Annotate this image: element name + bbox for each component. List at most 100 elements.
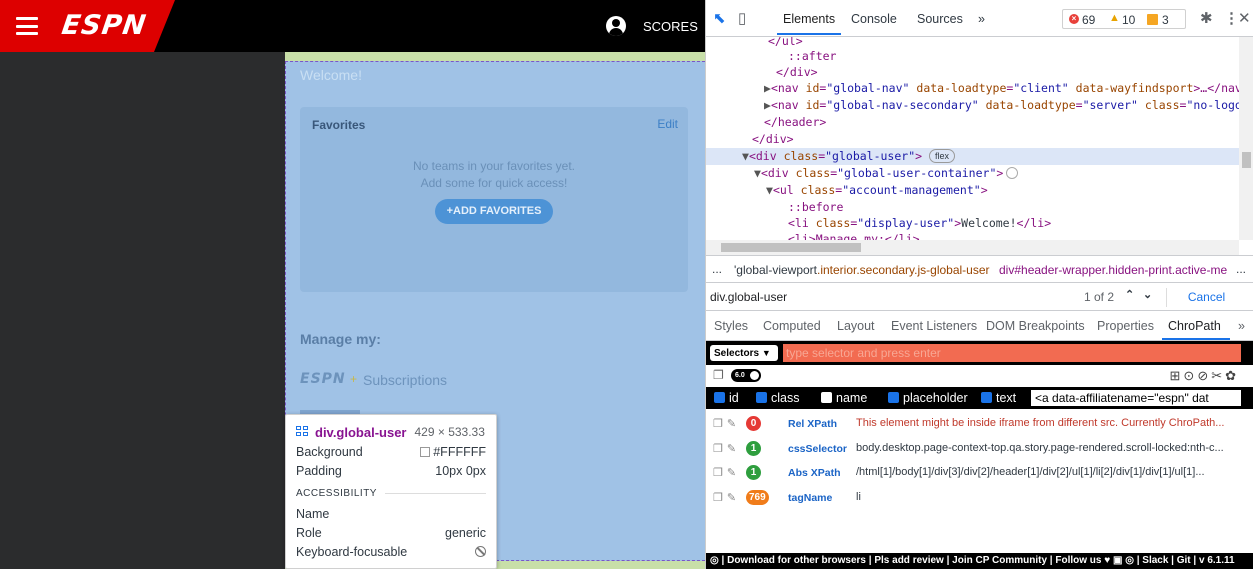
dom-node[interactable]: ::before (788, 199, 843, 216)
tooltip-row-keyboard-focusable: Keyboard-focusable (296, 542, 486, 561)
search-next-icon[interactable]: ⌄ (1143, 288, 1152, 301)
result-value[interactable]: li (856, 491, 1236, 503)
settings-gear-icon[interactable]: ✱ (1200, 9, 1213, 27)
user-account-icon[interactable] (606, 16, 626, 36)
checkbox-name[interactable] (821, 392, 832, 403)
dom-attr: "no-logo glo (1186, 98, 1239, 112)
scrollbar-thumb[interactable] (1242, 152, 1251, 168)
dom-node[interactable]: </div> (752, 131, 794, 148)
dom-text: </ul> (768, 37, 803, 48)
badge-circle[interactable] (1006, 167, 1019, 179)
kebab-menu-icon[interactable]: ⋮ (1224, 9, 1239, 27)
checkbox-id-label: id (729, 391, 739, 405)
dom-search-input[interactable]: div.global-user (710, 288, 986, 306)
dom-node[interactable]: ▶<nav id="global-nav-secondary" data-loa… (764, 97, 1239, 114)
breadcrumb-item-header-wrapper[interactable]: div#header-wrapper.hidden-print.active-m… (999, 263, 1227, 277)
dom-node[interactable]: ▼<ul class="account-management"> (766, 182, 988, 199)
selectors-dropdown[interactable]: Selectors ▼ (710, 345, 778, 361)
checkbox-class-label: class (771, 391, 800, 405)
tab-sources[interactable]: Sources (917, 12, 963, 26)
search-prev-icon[interactable]: ⌃ (1125, 288, 1134, 301)
scrollbar-thumb[interactable] (721, 243, 861, 252)
close-icon[interactable]: ✕ (1238, 9, 1251, 27)
result-value[interactable]: This element might be inside iframe from… (856, 417, 1236, 429)
tooltip-selector: div.global-user (315, 424, 407, 440)
tooltip-row-background: Background #FFFFFF (296, 442, 486, 461)
tooltip-label: Role (296, 525, 322, 540)
dom-attr: "display-user" (857, 216, 955, 230)
selector-input[interactable]: type selector and press enter (783, 344, 1241, 362)
dom-vertical-scrollbar[interactable] (1239, 37, 1253, 240)
chropath-panel: Selectors ▼ type selector and press ente… (706, 341, 1253, 569)
more-subtabs-icon[interactable]: » (1238, 319, 1245, 333)
tab-elements[interactable]: Elements (783, 12, 835, 26)
dom-attr: "global-user-container" (837, 166, 997, 180)
version-toggle[interactable]: 6.0 (731, 369, 761, 382)
issues-counter[interactable]: × 69 ▲ 10 3 (1062, 9, 1186, 29)
error-count: 69 (1082, 13, 1096, 27)
warning-icon: ▲ (1109, 12, 1120, 24)
search-cancel-button[interactable]: Cancel (1166, 288, 1246, 307)
result-value[interactable]: /html[1]/body[1]/div[3]/div[2]/header[1]… (856, 466, 1236, 478)
flex-badge[interactable]: flex (929, 149, 956, 163)
espn-plus-mark: + (350, 372, 358, 386)
result-row-tag-name: ❐✎ 769 tagName li (706, 486, 1253, 510)
result-type: Abs XPath (788, 467, 841, 479)
tab-event-listeners[interactable]: Event Listeners (891, 319, 977, 333)
favorites-edit-link[interactable]: Edit (657, 117, 678, 131)
tooltip-value: #FFFFFF (433, 444, 486, 459)
dom-node[interactable]: ▶<nav id="global-nav" data-loadtype="cli… (764, 80, 1239, 97)
copy-edit-icons[interactable]: ❐✎ (713, 491, 740, 504)
chevron-down-icon: ▼ (761, 348, 771, 358)
margin-overlay-top (285, 52, 705, 61)
tab-console[interactable]: Console (851, 12, 897, 26)
breadcrumb-left-ellipsis[interactable]: ... (712, 262, 722, 276)
tab-chropath[interactable]: ChroPath (1168, 319, 1221, 333)
dom-tree[interactable]: </ul> ::after </div> ▶<nav id="global-na… (706, 37, 1239, 240)
dom-node[interactable]: </header> (764, 114, 826, 131)
copy-icon[interactable]: ❐ (713, 368, 724, 382)
tab-dom-breakpoints[interactable]: DOM Breakpoints (986, 319, 1085, 333)
dom-node[interactable]: <li class="display-user">Welcome!</li> (788, 215, 1051, 232)
manage-my-heading: Manage my: (300, 331, 381, 347)
dom-node[interactable]: <li>Manage my:</li> (788, 231, 920, 240)
result-value[interactable]: body.desktop.page-context-top.qa.story.p… (856, 442, 1236, 454)
result-type: Rel XPath (788, 418, 838, 430)
checkbox-name-label: name (836, 391, 868, 405)
scores-link[interactable]: SCORES (643, 19, 698, 34)
dom-node[interactable]: ::after (788, 48, 836, 65)
dom-node[interactable]: ▼<div class="global-user-container"> (754, 165, 1019, 182)
checkbox-id[interactable] (714, 392, 725, 403)
inspect-element-icon[interactable]: ⬉ (713, 9, 726, 27)
checkbox-class[interactable] (756, 392, 767, 403)
dom-horizontal-scrollbar[interactable] (706, 240, 1239, 255)
result-type: tagName (788, 492, 833, 504)
checkbox-text[interactable] (981, 392, 992, 403)
copy-edit-icons[interactable]: ❐✎ (713, 417, 740, 430)
tab-styles[interactable]: Styles (714, 319, 748, 333)
dom-node-selected[interactable]: ▼<div class="global-user"> flex (742, 148, 956, 165)
chropath-horizontal-scrollbar[interactable] (706, 538, 1253, 553)
device-toolbar-icon[interactable]: ▯ (738, 9, 746, 27)
espn-logo[interactable]: ESPN (60, 10, 149, 41)
checkbox-placeholder[interactable] (888, 392, 899, 403)
hamburger-menu-icon[interactable] (16, 17, 38, 35)
result-row-rel-xpath: ❐✎ 0 Rel XPath This element might be ins… (706, 412, 1253, 436)
dom-attr: "global-nav-secondary" (826, 98, 979, 112)
copy-edit-icons[interactable]: ❐✎ (713, 466, 740, 479)
breadcrumb-item-global-viewport[interactable]: 'global-viewport.interior.secondary.js-g… (734, 263, 990, 277)
attribute-filter-bar: id class name placeholder text <a data-a… (706, 387, 1253, 409)
chropath-tool-icons[interactable]: ⊞⊙⊘✂✿ (1170, 368, 1239, 384)
tab-layout[interactable]: Layout (837, 319, 875, 333)
result-row-css-selector: ❐✎ 1 cssSelector body.desktop.page-conte… (706, 437, 1253, 461)
chropath-footer-links[interactable]: | Download for other browsers | Pls add … (722, 555, 1235, 566)
more-tabs-icon[interactable]: » (978, 12, 985, 26)
breadcrumb-right-ellipsis[interactable]: ... (1236, 262, 1247, 276)
match-count-badge: 1 (746, 441, 761, 456)
tab-computed[interactable]: Computed (763, 319, 821, 333)
tab-properties[interactable]: Properties (1097, 319, 1154, 333)
dom-node[interactable]: </div> (776, 64, 818, 81)
attribute-input[interactable]: <a data-affiliatename="espn" dat (1031, 390, 1241, 406)
copy-edit-icons[interactable]: ❐✎ (713, 442, 740, 455)
add-favorites-button[interactable]: +ADD FAVORITES (435, 199, 553, 224)
